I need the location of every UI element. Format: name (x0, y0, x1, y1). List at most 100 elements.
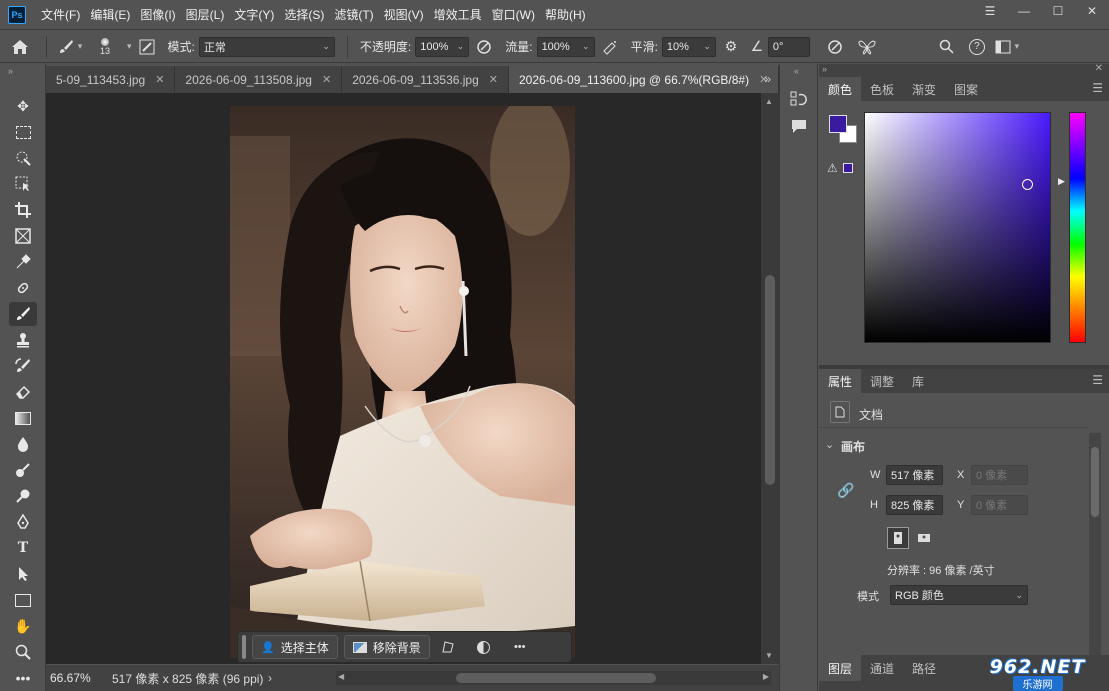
tab-layers[interactable]: 图层 (819, 655, 862, 681)
tab-document-1[interactable]: 5-09_113453.jpg ✕ (46, 66, 176, 93)
tab-properties[interactable]: 属性 (819, 369, 862, 393)
canvas-area[interactable]: 👤 选择主体 移除背景 ••• (46, 93, 761, 664)
zoom-level[interactable]: 66.67% (50, 671, 102, 685)
menu-view[interactable]: 视图(V) (379, 0, 429, 30)
zoom-tool-icon[interactable] (9, 640, 37, 664)
type-tool-icon[interactable]: T (9, 536, 37, 560)
quick-select-tool-icon[interactable] (9, 146, 37, 170)
panel-menu-icon[interactable]: ☰ (1092, 373, 1103, 387)
minimize-icon[interactable]: — (1007, 0, 1041, 22)
dodge-tool-icon[interactable] (9, 458, 37, 482)
brush-settings-icon[interactable] (132, 35, 162, 59)
brush-preset-icon[interactable]: ▾ (53, 35, 87, 59)
gear-icon[interactable]: ⚙ (716, 35, 746, 59)
tab-document-3[interactable]: 2026-06-09_113536.jpg ✕ (342, 66, 509, 93)
close-icon[interactable]: ✕ (1095, 63, 1103, 74)
mode-select[interactable]: 正常 ⌄ (198, 36, 335, 57)
object-select-tool-icon[interactable] (9, 172, 37, 196)
comments-icon[interactable] (790, 118, 808, 137)
close-icon[interactable]: ✕ (489, 73, 498, 86)
menu-help[interactable]: 帮助(H) (540, 0, 591, 30)
close-icon[interactable]: ✕ (322, 73, 331, 86)
close-icon[interactable]: ✕ (1075, 0, 1109, 22)
gradient-tool-icon[interactable] (9, 406, 37, 430)
close-icon[interactable]: ✕ (155, 73, 164, 86)
menu-image[interactable]: 图像(I) (135, 0, 180, 30)
hue-slider-handle[interactable]: ▶ (1058, 176, 1065, 187)
color-field[interactable] (864, 112, 1051, 343)
tab-patterns[interactable]: 图案 (945, 77, 987, 101)
menu-icon[interactable]: ☰ (973, 0, 1007, 22)
history-brush-tool-icon[interactable] (9, 354, 37, 378)
select-subject-button[interactable]: 👤 选择主体 (252, 635, 338, 659)
eyedropper-tool-icon[interactable] (9, 250, 37, 274)
vertical-scrollbar[interactable]: ▲ ▼ (761, 93, 779, 664)
crop-tool-icon[interactable] (9, 198, 37, 222)
width-field[interactable]: 517 像素 (886, 465, 943, 485)
scroll-down-icon[interactable]: ▼ (765, 651, 773, 660)
panel-menu-icon[interactable]: ☰ (1092, 81, 1103, 95)
healing-brush-tool-icon[interactable] (9, 276, 37, 300)
more-tools-icon[interactable]: ••• (9, 666, 37, 690)
clone-stamp-tool-icon[interactable] (9, 328, 37, 352)
angle-field[interactable]: 0° (767, 36, 810, 57)
menu-plugins[interactable]: 增效工具 (429, 0, 487, 30)
symmetry-butterfly-icon[interactable] (852, 35, 882, 59)
eraser-tool-icon[interactable] (9, 380, 37, 404)
horizontal-scrollbar[interactable]: ◀ ▶ (336, 671, 771, 685)
menu-edit[interactable]: 编辑(E) (85, 0, 135, 30)
expand-icon[interactable]: » (822, 64, 827, 74)
path-select-tool-icon[interactable] (9, 562, 37, 586)
menu-filter[interactable]: 滤镜(T) (329, 0, 378, 30)
search-icon[interactable] (932, 35, 962, 59)
color-mode-select[interactable]: RGB 颜色 ⌄ (890, 585, 1028, 605)
rectangle-tool-icon[interactable] (9, 588, 37, 612)
menu-select[interactable]: 选择(S) (279, 0, 329, 30)
brush-size-picker[interactable]: 13 (87, 35, 123, 59)
tab-paths[interactable]: 路径 (903, 655, 945, 681)
transform-icon[interactable] (430, 635, 466, 659)
canvas-section-title[interactable]: 画布 (841, 438, 865, 455)
hand-tool-icon[interactable]: ✋ (9, 614, 37, 638)
scroll-thumb[interactable] (765, 275, 775, 485)
tab-document-2[interactable]: 2026-06-09_113508.jpg ✕ (175, 66, 343, 93)
home-icon[interactable] (0, 35, 40, 59)
workspace-icon[interactable]: ▾ (992, 35, 1022, 59)
smoothing-field[interactable]: 10% ⌄ (661, 36, 716, 57)
menu-type[interactable]: 文字(Y) (229, 0, 279, 30)
menu-layer[interactable]: 图层(L) (181, 0, 230, 30)
tab-libraries[interactable]: 库 (903, 369, 933, 393)
zoom-magnifier-icon[interactable] (9, 484, 37, 508)
pressure-size-icon[interactable] (818, 35, 852, 59)
height-field[interactable]: 825 像素 (886, 495, 943, 515)
x-field[interactable]: 0 像素 (971, 465, 1028, 485)
link-proportions-icon[interactable]: 🔗 (837, 482, 854, 499)
tab-color[interactable]: 颜色 (819, 77, 862, 101)
brush-tool-icon[interactable] (9, 302, 37, 326)
pressure-opacity-icon[interactable] (469, 35, 499, 59)
marquee-tool-icon[interactable] (9, 120, 37, 144)
remove-background-button[interactable]: 移除背景 (343, 635, 430, 659)
pen-tool-icon[interactable] (9, 510, 37, 534)
move-tool-icon[interactable]: ✥ (9, 94, 37, 118)
chevron-down-icon[interactable]: ⌄ (825, 438, 834, 451)
adjustment-icon[interactable] (466, 635, 502, 659)
landscape-orientation-button[interactable] (913, 527, 935, 549)
hue-slider[interactable] (1069, 112, 1086, 343)
chevron-right-icon[interactable]: › (268, 671, 272, 685)
tab-gradients[interactable]: 渐变 (903, 77, 945, 101)
tab-document-active[interactable]: 2026-06-09_113600.jpg @ 66.7%(RGB/8#) ✕ (508, 66, 780, 93)
help-icon[interactable]: ? (962, 35, 992, 59)
tab-swatches[interactable]: 色板 (861, 77, 903, 101)
menu-window[interactable]: 窗口(W) (487, 0, 540, 30)
web-safe-color-swatch[interactable] (843, 163, 853, 173)
blur-tool-icon[interactable] (9, 432, 37, 456)
frame-tool-icon[interactable] (9, 224, 37, 248)
scroll-right-icon[interactable]: ▶ (763, 672, 769, 681)
flow-field[interactable]: 100% ⌄ (536, 36, 595, 57)
document-image[interactable] (230, 106, 575, 658)
opacity-field[interactable]: 100% ⌄ (415, 36, 470, 57)
scroll-up-icon[interactable]: ▲ (765, 97, 773, 106)
tab-channels[interactable]: 通道 (861, 655, 903, 681)
scroll-thumb[interactable] (1091, 447, 1099, 517)
